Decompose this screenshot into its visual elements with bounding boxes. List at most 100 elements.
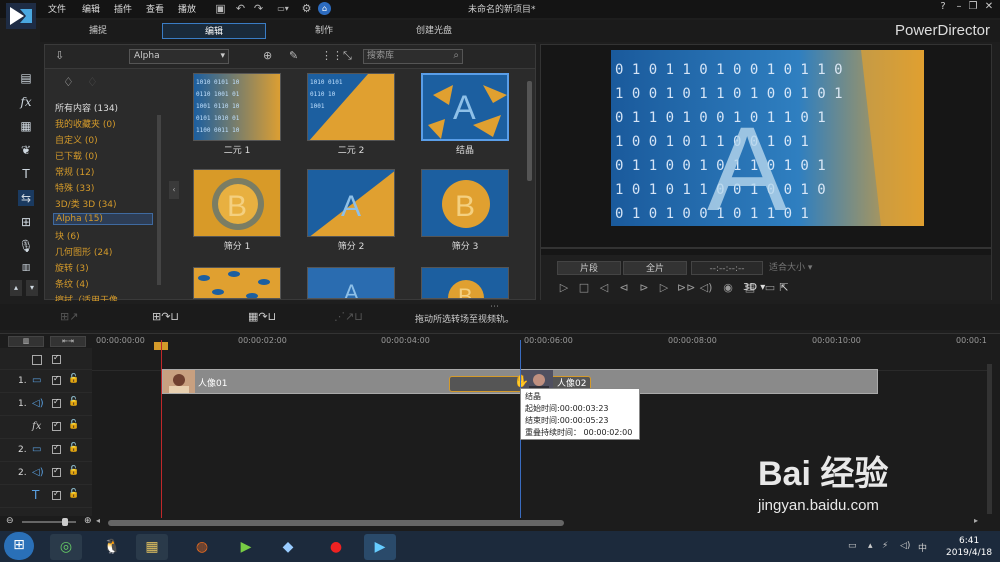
resize-icon[interactable]: ⤡ bbox=[343, 49, 352, 63]
category-rotate[interactable]: 旋转 (3) bbox=[55, 261, 89, 274]
enable-all-checkbox[interactable] bbox=[52, 353, 61, 364]
settings-gear-icon[interactable]: ⚙ bbox=[300, 2, 313, 15]
track-enable-checkbox[interactable] bbox=[52, 374, 61, 385]
category-wipe[interactable]: 擦拭（适用于像... bbox=[55, 293, 153, 301]
clip1-label[interactable]: 人像01 bbox=[198, 376, 227, 389]
step-forward-icon[interactable]: ⊳ bbox=[637, 281, 651, 294]
ime-icon[interactable]: 中 bbox=[918, 541, 927, 554]
undo-icon[interactable]: ↶ bbox=[234, 2, 247, 15]
tab-produce[interactable]: 制作 bbox=[272, 23, 376, 39]
taskbar-app-firefox-icon[interactable]: ◍ bbox=[186, 534, 218, 560]
taskbar-app-window-icon[interactable]: ◆ bbox=[272, 534, 304, 560]
movie-mode-button[interactable]: 全片 bbox=[623, 261, 687, 275]
aspect-ratio-icon[interactable]: ▭▾ bbox=[274, 2, 292, 15]
timeline-vscrollbar[interactable] bbox=[987, 364, 992, 514]
keyboard-icon[interactable]: ▭ bbox=[848, 541, 857, 551]
transition-thumb-sieve3[interactable]: B bbox=[421, 169, 509, 237]
chapter-room-icon[interactable]: ▥ bbox=[18, 260, 34, 276]
zoom-in-icon[interactable]: ⊕ bbox=[84, 516, 92, 526]
track-enable-checkbox[interactable] bbox=[52, 489, 61, 500]
speaker-icon[interactable]: ◁) bbox=[900, 541, 910, 551]
storyboard-view-icon[interactable]: ▥ bbox=[8, 336, 44, 347]
add-favorite-icon[interactable]: ♢ bbox=[63, 75, 74, 89]
close-button[interactable]: ✕ bbox=[982, 1, 996, 12]
zoom-slider-thumb[interactable] bbox=[62, 518, 68, 526]
help-button[interactable]: ? bbox=[936, 1, 950, 12]
usb-icon[interactable]: ⚡ bbox=[882, 541, 888, 551]
category-3d[interactable]: 3D/类 3D (34) bbox=[55, 197, 117, 210]
import-icon[interactable]: ⇩ bbox=[55, 49, 64, 62]
category-dropdown[interactable]: Alpha ▾ bbox=[129, 49, 229, 64]
category-custom[interactable]: 自定义 (0) bbox=[55, 133, 98, 146]
zoom-out-icon[interactable]: ⊖ bbox=[6, 516, 14, 526]
grid-view-icon[interactable]: ⋮⋮ bbox=[321, 49, 343, 62]
edit-icon[interactable]: ✎ bbox=[289, 49, 298, 62]
previous-frame-icon[interactable]: ◁ bbox=[597, 281, 611, 294]
timecode-display[interactable]: --:--:--:-- bbox=[691, 261, 763, 275]
menu-view[interactable]: 查看 bbox=[146, 2, 164, 15]
save-icon[interactable]: ▣ bbox=[214, 2, 227, 15]
select-all-box[interactable] bbox=[32, 355, 42, 365]
collapse-panel-button[interactable]: ‹ bbox=[169, 181, 179, 199]
pip-room-icon[interactable]: ▦ bbox=[18, 118, 34, 134]
transition-thumb-row3-2[interactable]: A bbox=[307, 267, 395, 299]
playhead-line[interactable] bbox=[161, 340, 162, 518]
transition-thumb-row3-1[interactable] bbox=[193, 267, 281, 299]
audio-mixer-icon[interactable]: ⊞ bbox=[18, 214, 34, 230]
minimize-button[interactable]: – bbox=[952, 1, 966, 12]
media-room-icon[interactable]: ▤ bbox=[18, 70, 34, 86]
scroll-down-icon[interactable]: ▾ bbox=[26, 280, 38, 296]
lock-icon[interactable]: 🔓 bbox=[68, 397, 79, 407]
track-enable-checkbox[interactable] bbox=[52, 397, 61, 408]
taskbar-app-powerdirector-icon[interactable]: ▶ bbox=[364, 534, 396, 560]
menu-play[interactable]: 播放 bbox=[178, 2, 196, 15]
category-geometric[interactable]: 几何图形 (24) bbox=[55, 245, 112, 258]
tray-expand-icon[interactable]: ▴ bbox=[868, 541, 873, 551]
fix-enhance-icon[interactable]: ⊞↗ bbox=[60, 310, 78, 323]
track-enable-checkbox[interactable] bbox=[52, 420, 61, 431]
3d-mode-toggle[interactable]: 3D ▾ bbox=[743, 282, 765, 293]
category-downloaded[interactable]: 已下载 (0) bbox=[55, 149, 98, 162]
category-stripe[interactable]: 条纹 (4) bbox=[55, 277, 89, 290]
apply-cross-transition-icon[interactable]: ▦↷⊔ bbox=[248, 310, 276, 323]
transition-room-icon[interactable]: ⇆ bbox=[18, 190, 34, 206]
category-alpha[interactable]: Alpha (15) bbox=[53, 213, 153, 225]
library-scrollbar[interactable] bbox=[527, 81, 532, 181]
apply-postfix-transition-icon[interactable]: ⋰↗⊔ bbox=[334, 310, 363, 323]
title-room-icon[interactable]: T bbox=[18, 166, 34, 182]
snapshot-icon[interactable]: ◉ bbox=[721, 281, 735, 294]
taskbar-app-360-icon[interactable]: ◎ bbox=[50, 534, 82, 560]
transition-thumb-crystal[interactable]: A bbox=[421, 73, 509, 141]
redo-icon[interactable]: ↷ bbox=[252, 2, 265, 15]
taskbar-app-explorer-icon[interactable]: ▦ bbox=[136, 534, 168, 560]
fast-forward-icon[interactable]: ⊳⊳ bbox=[677, 281, 695, 294]
tab-capture[interactable]: 捕捉 bbox=[46, 23, 150, 39]
lock-icon[interactable]: 🔓 bbox=[68, 443, 79, 453]
transition-thumb-sieve1[interactable]: B bbox=[193, 169, 281, 237]
particle-room-icon[interactable]: ❦ bbox=[18, 142, 34, 158]
fx-room-icon[interactable]: fx bbox=[18, 94, 34, 110]
preview-seekbar[interactable] bbox=[541, 247, 991, 249]
apply-prefix-transition-icon[interactable]: ⊞↷⊔ bbox=[152, 310, 179, 323]
fit-timeline-icon[interactable]: ⇤⇥ bbox=[50, 336, 86, 347]
system-clock[interactable]: 6:41 2019/4/18 bbox=[946, 535, 992, 559]
transition-thumb-sieve2[interactable]: A bbox=[307, 169, 395, 237]
taskbar-app-record-icon[interactable]: ● bbox=[320, 534, 352, 560]
tab-edit[interactable]: 编辑 bbox=[162, 23, 266, 39]
category-favorites[interactable]: 我的收藏夹 (0) bbox=[55, 117, 116, 130]
transition-thumb-binary2[interactable]: 1010 0101 0110 10 1001 bbox=[307, 73, 395, 141]
track-enable-checkbox[interactable] bbox=[52, 443, 61, 454]
tab-create-disc[interactable]: 创建光盘 bbox=[382, 23, 486, 39]
restore-button[interactable]: ❐ bbox=[966, 1, 980, 12]
transition-thumb-row3-3[interactable]: B bbox=[421, 267, 509, 299]
clip-mode-button[interactable]: 片段 bbox=[557, 261, 621, 275]
time-ruler[interactable]: 00:00:00:00 00:00:02:00 00:00:04:00 00:0… bbox=[92, 334, 992, 348]
category-scrollbar[interactable] bbox=[157, 115, 161, 285]
voice-over-icon[interactable]: 🎙 bbox=[18, 238, 34, 254]
resize-handle-icon[interactable]: ⋯ bbox=[490, 302, 499, 312]
lock-icon[interactable]: 🔓 bbox=[68, 374, 79, 384]
lock-icon[interactable]: 🔓 bbox=[68, 420, 79, 430]
step-back-icon[interactable]: ⊲ bbox=[617, 281, 631, 294]
category-block[interactable]: 块 (6) bbox=[55, 229, 80, 242]
lock-icon[interactable]: 🔓 bbox=[68, 489, 79, 499]
